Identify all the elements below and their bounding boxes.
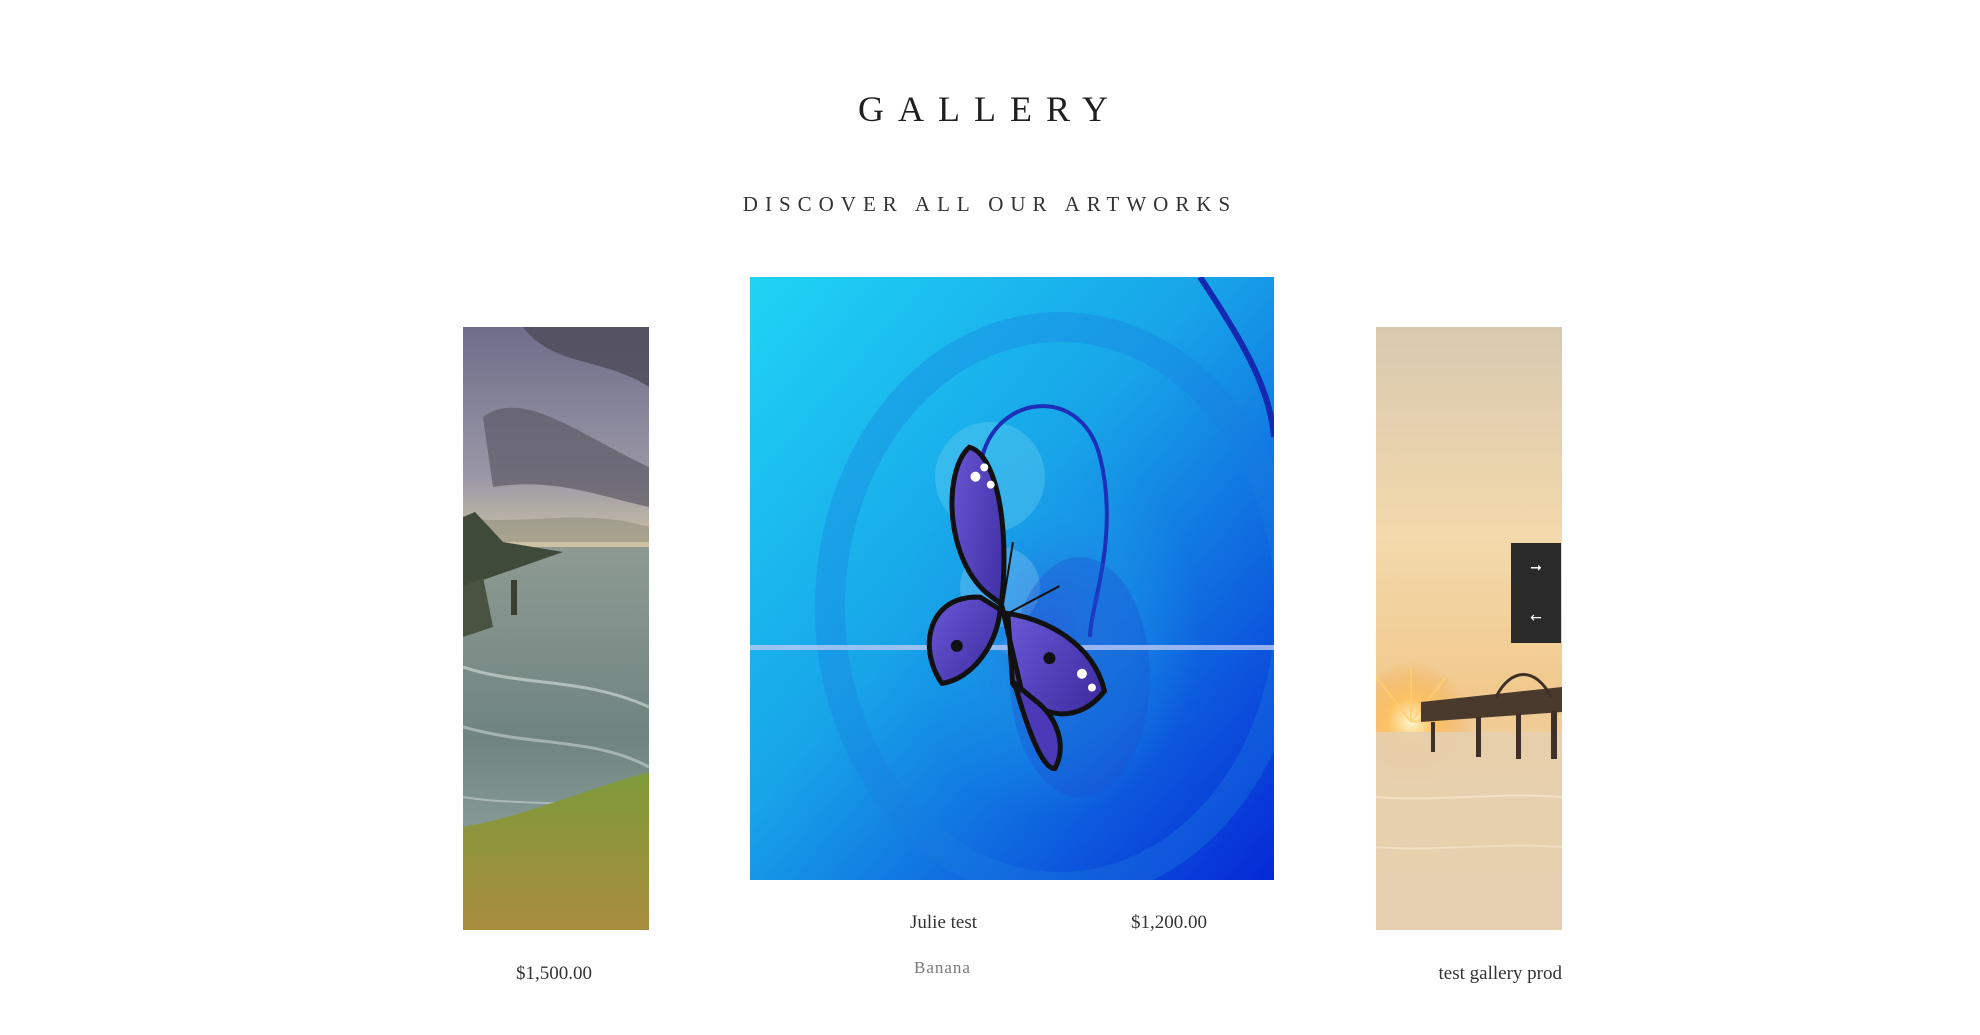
arrow-right-icon: ➞ [1530,560,1542,576]
artwork-price: $1,200.00 [1131,912,1207,933]
coastal-cliffs-image [463,327,649,930]
page-title: GALLERY [858,89,1122,129]
artwork-price: $1,500.00 [516,963,592,984]
carousel-nav: ➞ ← [1511,543,1561,643]
artwork-title[interactable]: Julie test [910,912,977,934]
arrow-left-icon: ← [1530,610,1542,626]
butterfly-image [750,277,1274,880]
artwork-image-coastal-cliffs[interactable] [463,327,649,930]
page-subtitle: DISCOVER ALL OUR ARTWORKS [742,192,1238,216]
carousel-prev-button[interactable]: ← [1511,593,1561,643]
artwork-artist: Banana [914,958,971,977]
artwork-title[interactable]: test gallery prod [1439,963,1562,985]
artwork-image-butterfly[interactable] [750,277,1274,880]
carousel-next-button[interactable]: ➞ [1511,543,1561,593]
